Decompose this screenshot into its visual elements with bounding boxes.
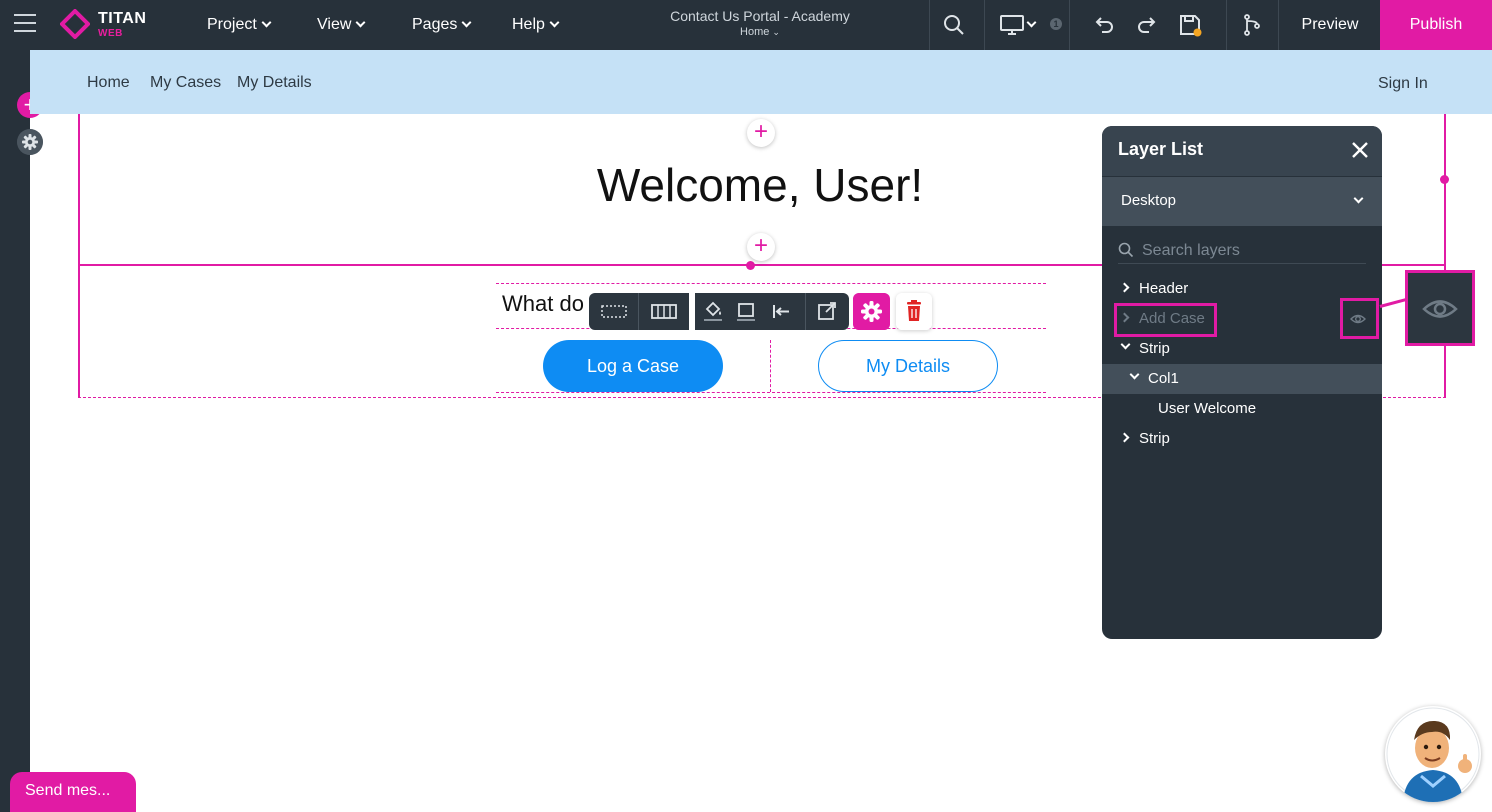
site-navigation: Home My Cases My Details Sign In <box>30 50 1492 114</box>
visibility-eye-icon <box>1422 300 1458 318</box>
layer-list-header: Layer List <box>1102 126 1382 176</box>
divider <box>638 293 639 330</box>
divider <box>1069 0 1070 50</box>
divider <box>929 0 930 50</box>
highlight-add-case <box>1114 303 1217 337</box>
publish-button[interactable]: Publish <box>1380 0 1492 50</box>
menu-view[interactable]: View <box>317 16 366 34</box>
log-a-case-button[interactable]: Log a Case <box>543 340 723 392</box>
nav-link-my-details[interactable]: My Details <box>237 74 312 92</box>
menu-help[interactable]: Help <box>512 16 560 34</box>
chevron-down-icon <box>261 17 272 28</box>
select-strip-icon[interactable] <box>649 293 679 330</box>
welcome-heading[interactable]: Welcome, User! <box>300 158 1220 212</box>
chevron-down-icon <box>461 17 472 28</box>
left-rail <box>0 50 30 812</box>
chevron-down-icon <box>1353 193 1364 204</box>
layer-search-input[interactable] <box>1142 240 1362 262</box>
select-container-icon[interactable] <box>599 293 629 330</box>
layer-search <box>1118 238 1366 264</box>
preview-button[interactable]: Preview <box>1280 0 1380 50</box>
chevron-down-icon: ⌄ <box>772 27 780 37</box>
device-select-value: Desktop <box>1121 192 1177 209</box>
chevron-down-icon[interactable] <box>1129 369 1140 380</box>
logo-subtitle: WEB <box>98 28 123 39</box>
chevron-right-icon[interactable] <box>1119 282 1130 293</box>
divider <box>1278 0 1279 50</box>
menu-view-label: View <box>317 16 352 33</box>
element-settings-gear-icon[interactable] <box>853 293 890 330</box>
open-link-icon[interactable] <box>815 293 839 330</box>
save-icon[interactable] <box>1178 13 1202 37</box>
layer-list-title: Layer List <box>1118 139 1204 159</box>
redo-icon[interactable] <box>1135 13 1159 37</box>
titan-logo: TITAN WEB <box>60 9 160 41</box>
layer-item-strip[interactable]: Strip <box>1102 424 1382 454</box>
search-icon <box>1118 242 1134 258</box>
column-divider <box>770 340 771 392</box>
chevron-down-icon[interactable] <box>1022 16 1037 34</box>
divider <box>805 293 806 330</box>
close-icon[interactable] <box>1348 138 1372 162</box>
menu-pages-label: Pages <box>412 16 458 33</box>
document-title: Contact Us Portal - Academy <box>670 8 850 24</box>
add-section-below-icon[interactable]: + <box>747 233 775 261</box>
layer-item-label: Strip <box>1139 430 1170 447</box>
device-select[interactable]: Desktop <box>1102 177 1382 226</box>
device-badge-text: 1 <box>1053 19 1059 29</box>
resize-handle[interactable] <box>746 261 755 270</box>
page-selector-label: Home <box>740 26 770 38</box>
titan-logo-icon <box>60 9 90 39</box>
layer-list-panel: Layer List Desktop Header Add Case Strip… <box>1102 126 1382 639</box>
layer-item-label: Col1 <box>1148 370 1179 387</box>
sign-in-link[interactable]: Sign In <box>1378 75 1428 93</box>
search-icon[interactable] <box>942 13 966 37</box>
highlight-eye <box>1340 298 1379 339</box>
layer-item-col1[interactable]: Col1 <box>1102 364 1382 394</box>
menu-help-label: Help <box>512 16 545 33</box>
eye-callout-zoom <box>1405 270 1475 346</box>
layer-item-label: Header <box>1139 280 1189 297</box>
fill-color-icon[interactable] <box>701 293 725 330</box>
chevron-down-icon <box>355 17 366 28</box>
nav-link-my-cases[interactable]: My Cases <box>150 74 221 92</box>
menu-project-label: Project <box>207 16 257 33</box>
align-left-icon[interactable] <box>769 293 793 330</box>
my-details-button[interactable]: My Details <box>818 340 998 392</box>
divider <box>984 0 985 50</box>
device-info-badge: 1 <box>1050 18 1062 30</box>
menu-pages[interactable]: Pages <box>412 16 472 34</box>
hamburger-menu-icon[interactable] <box>14 14 36 34</box>
top-bar: TITAN WEB Project View Pages Help Contac… <box>0 0 1492 50</box>
settings-gear-icon[interactable] <box>17 129 43 155</box>
divider <box>689 293 695 330</box>
chevron-down-icon <box>549 17 560 28</box>
logo-title: TITAN <box>98 10 147 27</box>
nav-link-home[interactable]: Home <box>87 74 130 92</box>
layer-item-user-welcome[interactable]: User Welcome <box>1102 394 1382 424</box>
layer-item-label: User Welcome <box>1158 400 1257 417</box>
chevron-right-icon[interactable] <box>1119 432 1130 443</box>
send-message-button[interactable]: Send mes... <box>10 772 136 812</box>
branch-icon[interactable] <box>1240 13 1264 37</box>
divider <box>1226 0 1227 50</box>
layer-item-label: Strip <box>1139 340 1170 357</box>
mascot-icon <box>1386 707 1480 802</box>
border-icon[interactable] <box>734 293 758 330</box>
delete-trash-icon[interactable] <box>896 293 932 330</box>
add-section-above-icon[interactable]: + <box>747 119 775 147</box>
question-text[interactable]: What do <box>502 291 584 317</box>
undo-icon[interactable] <box>1092 13 1116 37</box>
element-toolbar <box>589 293 849 330</box>
chevron-down-icon[interactable] <box>1120 339 1131 350</box>
resize-handle[interactable] <box>1440 175 1449 184</box>
menu-project[interactable]: Project <box>207 16 272 34</box>
assistant-mascot-avatar[interactable] <box>1385 706 1481 802</box>
page-selector[interactable]: Home ⌄ <box>700 26 820 38</box>
